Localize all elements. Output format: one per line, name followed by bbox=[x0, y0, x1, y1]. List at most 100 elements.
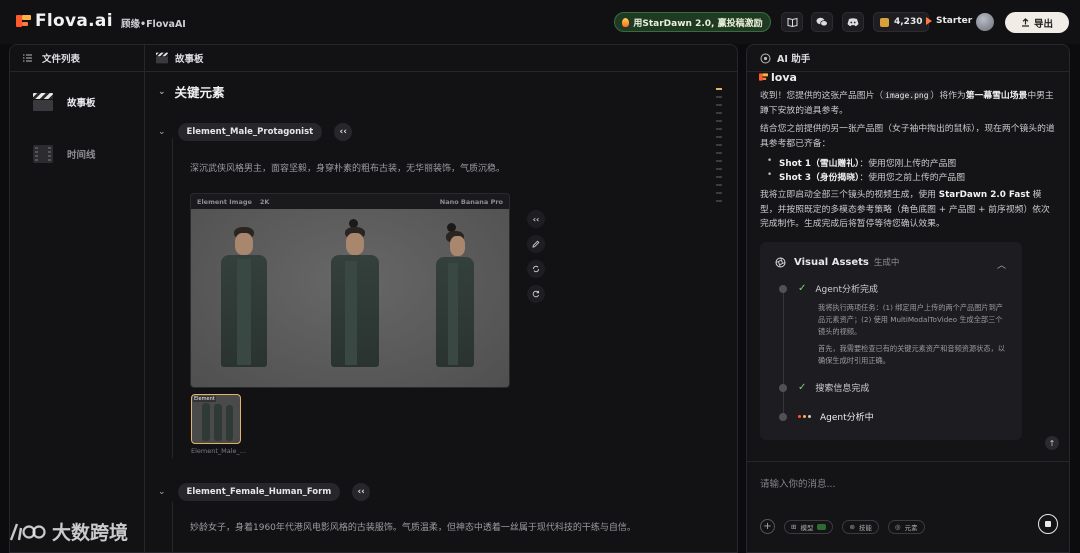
character-turnaround-image bbox=[191, 209, 509, 387]
top-bar: Flova.ai 顾缘•FlovaAI 用StarDawn 2.0, 赢投稿激励… bbox=[0, 0, 1080, 44]
plan-badge[interactable]: Starter bbox=[926, 16, 972, 26]
clapperboard-icon bbox=[33, 93, 53, 111]
chevron-up-icon[interactable]: ︿ bbox=[997, 258, 1006, 271]
file-list-header: 文件列表 bbox=[10, 45, 145, 72]
quote-image-button[interactable]: ‹‹ bbox=[527, 210, 545, 228]
inline-code: image.png bbox=[883, 91, 931, 100]
visual-assets-header[interactable]: Visual Assets 生成中 bbox=[775, 256, 899, 268]
ai-assistant-panel: AI 助手 lova 收到！您提供的这张产品图片（ image.png ）将作为第一… bbox=[746, 44, 1070, 553]
skills-chip[interactable]: ⊚ 技能 bbox=[842, 519, 879, 534]
logo-text: Flova.ai bbox=[35, 11, 113, 31]
step-detail: 首先，我需要检查已有的关键元素资产和音频资源状态，以确保生成时引用正确。 bbox=[818, 344, 1005, 365]
element-name-tag[interactable]: Element_Female_Human_Form bbox=[177, 483, 341, 501]
quote-button[interactable]: ‹‹ bbox=[334, 123, 353, 141]
user-avatar[interactable] bbox=[976, 13, 994, 31]
stop-generation-button[interactable] bbox=[1038, 514, 1058, 534]
credits-value: 4,230 bbox=[894, 17, 923, 27]
element-tree-line bbox=[172, 138, 173, 458]
chat-input-placeholder[interactable]: 请输入你的消息... bbox=[760, 476, 836, 490]
main-panel: 文件列表 故事板 故事板 时间线 ⌄ 关键元素 ⌄ Element_Male_P… bbox=[9, 44, 738, 553]
flova-logo-icon bbox=[759, 72, 768, 82]
skills-icon: ⊚ bbox=[849, 522, 855, 531]
timeline-dot bbox=[779, 384, 787, 392]
discord-icon[interactable] bbox=[842, 12, 864, 32]
wechat-icon[interactable] bbox=[811, 12, 833, 32]
image-action-buttons: ‹‹ bbox=[527, 210, 545, 310]
export-label: 导出 bbox=[1033, 18, 1053, 30]
visual-assets-card: Visual Assets 生成中 ︿ ✓ Agent分析完成 我将执行两项任务… bbox=[760, 242, 1022, 440]
scroll-up-button[interactable]: ↑ bbox=[1045, 436, 1059, 450]
ai-panel-title: AI 助手 bbox=[777, 54, 811, 65]
scroll-minimap[interactable] bbox=[716, 88, 724, 208]
export-button[interactable]: 导出 bbox=[1005, 12, 1069, 33]
plan-label: Starter bbox=[936, 16, 973, 26]
model-chip[interactable]: ⊞ 模型 bbox=[784, 519, 834, 534]
step-label: 搜索信息完成 bbox=[815, 384, 870, 394]
assistant-message-3: 我将立即启动全部三个镜头的视频生成，使用 StarDawn 2.0 Fast 模… bbox=[760, 188, 1055, 232]
clapperboard-icon bbox=[156, 52, 168, 64]
chat-toolbar: + ⊞ 模型 ⊚ 技能 ◎ 元素 bbox=[760, 519, 925, 534]
watermark-logo-icon bbox=[9, 523, 46, 540]
thumbnail-caption: Element_Male_... bbox=[191, 447, 247, 455]
message-text: ）将作为 bbox=[930, 91, 966, 101]
section-title: 关键元素 bbox=[174, 85, 225, 100]
sidebar-item-timeline[interactable]: 时间线 bbox=[33, 145, 96, 163]
element-row-female: ⌄ Element_Female_Human_Form ‹‹ bbox=[158, 483, 371, 501]
replace-icon[interactable] bbox=[527, 260, 545, 278]
bullet-item: Shot 3（身份揭晓）：使用您之前上传的产品图 bbox=[767, 170, 965, 183]
chip-label: 模型 bbox=[800, 523, 814, 532]
elements-icon: ◎ bbox=[894, 522, 901, 531]
element-thumbnail[interactable]: Element bbox=[191, 394, 241, 444]
promo-banner-button[interactable]: 用StarDawn 2.0, 赢投稿激励 bbox=[614, 12, 771, 32]
step-search-done: ✓ 搜索信息完成 bbox=[798, 381, 869, 394]
stop-icon bbox=[1045, 521, 1051, 527]
image-label: Element Image bbox=[197, 197, 252, 206]
coin-icon bbox=[880, 17, 889, 27]
file-list-title: 文件列表 bbox=[42, 54, 81, 65]
chat-input-area[interactable]: 请输入你的消息... + ⊞ 模型 ⊚ 技能 ◎ 元素 bbox=[747, 461, 1069, 552]
credits-counter[interactable]: 4,230 bbox=[873, 12, 930, 32]
grid-icon: ⊞ bbox=[791, 522, 797, 531]
plan-icon bbox=[926, 17, 932, 25]
elements-chip[interactable]: ◎ 元素 bbox=[887, 519, 925, 534]
app-logo[interactable]: Flova.ai bbox=[16, 11, 113, 31]
add-attachment-icon[interactable]: + bbox=[760, 519, 775, 534]
regenerate-icon[interactable] bbox=[527, 285, 545, 303]
element-row-male: ⌄ Element_Male_Protagonist ‹‹ bbox=[158, 123, 353, 141]
aperture-icon bbox=[775, 257, 786, 267]
watermark-text: 大数跨境 bbox=[52, 522, 129, 544]
book-icon[interactable] bbox=[781, 12, 803, 32]
edit-icon[interactable] bbox=[527, 235, 545, 253]
sidebar-item-storyboard[interactable]: 故事板 bbox=[33, 93, 96, 111]
step-detail: 我将执行两项任务：(1) 绑定用户上传的两个产品图片到产品元素资产；(2) 使用… bbox=[818, 303, 1003, 336]
element-image-card[interactable]: Element Image 2K Nano Banana Pro bbox=[190, 193, 510, 388]
list-icon bbox=[23, 54, 32, 62]
message-bold: StarDawn 2.0 Fast bbox=[938, 190, 1030, 200]
character-figure-side bbox=[321, 209, 391, 387]
bullet-bold: Shot 1（雪山赠礼） bbox=[779, 159, 860, 169]
model-indicator bbox=[817, 523, 827, 530]
quote-button[interactable]: ‹‹ bbox=[352, 483, 371, 501]
message-text: 收到！您提供的这张产品图片（ bbox=[760, 91, 884, 101]
project-breadcrumb[interactable]: 顾缘•FlovaAI bbox=[121, 16, 186, 30]
assistant-brand-text: lova bbox=[771, 70, 797, 84]
message-bold: 第一幕雪山场景 bbox=[965, 91, 1028, 101]
chevron-down-icon[interactable]: ⌄ bbox=[158, 487, 166, 497]
storyboard-content: ⌄ 关键元素 ⌄ Element_Male_Protagonist ‹‹ 深沉武… bbox=[145, 72, 737, 552]
timeline-line bbox=[782, 292, 784, 418]
storyboard-title: 故事板 bbox=[175, 54, 204, 65]
visual-assets-title: Visual Assets bbox=[794, 256, 869, 268]
element-name-tag[interactable]: Element_Male_Protagonist bbox=[177, 123, 323, 141]
ai-panel-header: AI 助手 bbox=[747, 45, 1069, 72]
flame-icon bbox=[622, 17, 630, 27]
visual-assets-status: 生成中 bbox=[873, 258, 900, 268]
bullet-text: ：使用您之前上传的产品图 bbox=[859, 173, 965, 183]
assistant-message-2: 结合您之前提供的另一张产品图（女子袖中掏出的鼠标），现在两个镜头的道具参考都已齐… bbox=[760, 124, 1055, 149]
film-strip-icon bbox=[33, 145, 53, 163]
check-icon: ✓ bbox=[798, 283, 807, 294]
element-tree-line bbox=[172, 502, 173, 552]
element-description: 深沉武侠风格男主，面容坚毅，身穿朴素的粗布古装，无华丽装饰，气质沉稳。 bbox=[190, 164, 506, 174]
chevron-down-icon[interactable]: ⌄ bbox=[158, 127, 166, 137]
sidebar: 故事板 时间线 bbox=[10, 72, 145, 552]
key-elements-section-toggle[interactable]: ⌄ 关键元素 bbox=[158, 82, 225, 101]
